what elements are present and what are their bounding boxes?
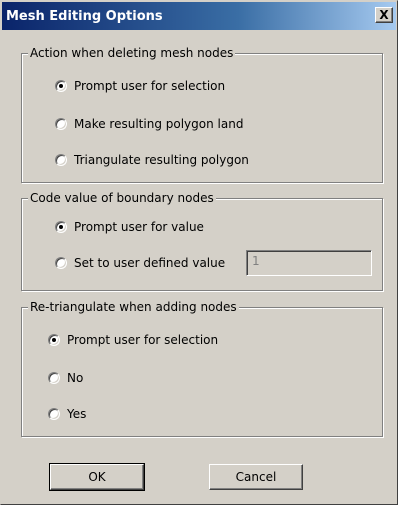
radio-button[interactable] xyxy=(48,408,60,420)
radio-label: Set to user defined value xyxy=(74,256,226,270)
radio-button[interactable] xyxy=(55,257,67,269)
radio-button[interactable] xyxy=(48,372,60,384)
dialog-title: Mesh Editing Options xyxy=(6,8,163,24)
retriangulate-group: Re-triangulate when adding nodes Prompt … xyxy=(21,300,383,437)
retriangulate-group-title: Re-triangulate when adding nodes xyxy=(28,300,239,314)
mesh-editing-options-dialog: Mesh Editing Options X Action when delet… xyxy=(0,0,398,505)
radio-label: No xyxy=(67,371,84,385)
title-bar[interactable]: Mesh Editing Options X xyxy=(2,2,396,30)
radio-retriangulate-no[interactable]: No xyxy=(48,370,83,386)
radio-button-checked[interactable] xyxy=(55,80,67,92)
radio-boundary-user-defined[interactable]: Set to user defined value xyxy=(55,255,225,271)
cancel-button[interactable]: Cancel xyxy=(209,464,303,490)
ok-button[interactable]: OK xyxy=(49,463,145,491)
radio-retriangulate-prompt[interactable]: Prompt user for selection xyxy=(48,332,218,348)
radio-delete-prompt[interactable]: Prompt user for selection xyxy=(55,78,225,94)
radio-label: Make resulting polygon land xyxy=(74,117,244,131)
radio-retriangulate-yes[interactable]: Yes xyxy=(48,406,86,422)
radio-button[interactable] xyxy=(55,118,67,130)
boundary-code-group: Code value of boundary nodes Prompt user… xyxy=(21,191,383,291)
radio-button[interactable] xyxy=(55,154,67,166)
radio-button-checked[interactable] xyxy=(48,334,60,346)
radio-label: Yes xyxy=(67,407,87,421)
radio-label: Prompt user for selection xyxy=(67,333,219,347)
radio-boundary-prompt[interactable]: Prompt user for value xyxy=(55,219,204,235)
close-button[interactable]: X xyxy=(375,7,393,23)
close-icon: X xyxy=(379,8,389,22)
radio-label: Triangulate resulting polygon xyxy=(74,153,249,167)
radio-delete-triangulate[interactable]: Triangulate resulting polygon xyxy=(55,152,249,168)
radio-label: Prompt user for value xyxy=(74,220,204,234)
user-defined-value-field[interactable]: 1 xyxy=(246,250,372,276)
delete-action-group: Action when deleting mesh nodes Prompt u… xyxy=(21,46,383,183)
radio-button-checked[interactable] xyxy=(55,221,67,233)
radio-delete-land[interactable]: Make resulting polygon land xyxy=(55,116,243,132)
boundary-code-group-title: Code value of boundary nodes xyxy=(28,191,216,205)
delete-action-group-title: Action when deleting mesh nodes xyxy=(28,46,236,60)
radio-label: Prompt user for selection xyxy=(74,79,226,93)
